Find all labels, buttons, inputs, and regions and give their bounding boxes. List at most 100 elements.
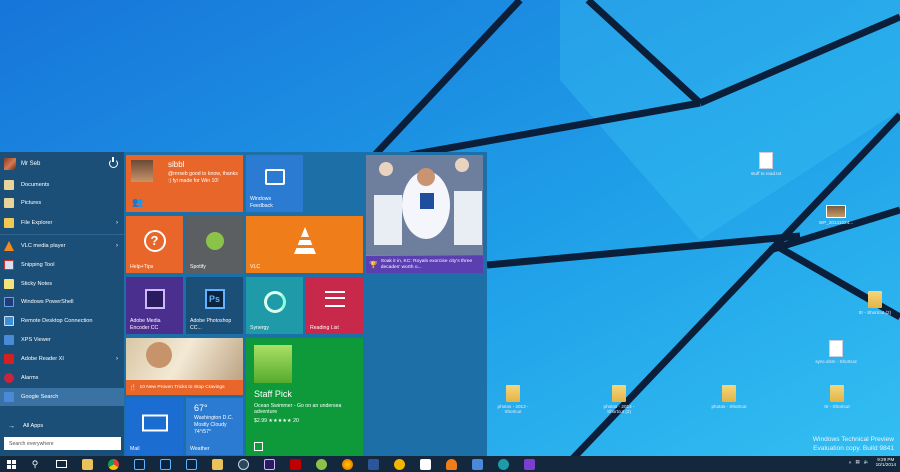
taskbar-spotify[interactable] bbox=[308, 456, 334, 472]
taskbar-word[interactable] bbox=[360, 456, 386, 472]
folder-shortcut-icon bbox=[722, 385, 736, 402]
tile-label: Windows Feedback bbox=[250, 196, 273, 209]
desktop-icon-sync-xlsm[interactable]: sync.xlsm - Shortcut bbox=[813, 340, 859, 364]
tile-sibbl[interactable]: sibbl @mrseb good to know, thanks :) fyi… bbox=[126, 155, 243, 212]
desktop-icon-ttr-shortcut-2[interactable]: ttr - Shortcut (2) bbox=[852, 291, 898, 315]
tile-store[interactable]: Staff Pick Ocean Swimmer - Go on an unde… bbox=[246, 338, 363, 456]
store-icon bbox=[254, 442, 263, 451]
desktop-icon-stuff-to-read[interactable]: stuff to read.txt bbox=[743, 152, 789, 176]
photoshop-icon bbox=[133, 458, 145, 470]
pictures-icon bbox=[4, 198, 14, 208]
taskbar-filezilla[interactable] bbox=[282, 456, 308, 472]
tile-synergy[interactable]: Synergy bbox=[246, 277, 303, 334]
menu-item-powershell[interactable]: Windows PowerShell bbox=[0, 293, 124, 311]
chevron-right-icon[interactable]: › bbox=[116, 220, 118, 226]
weather-range: 74°/57° bbox=[194, 429, 212, 435]
clock-date: 10/1/2014 bbox=[875, 462, 896, 468]
desktop-icon-label: photos - 2013 - Shortcut bbox=[497, 404, 529, 415]
taskbar-photoshop-3[interactable] bbox=[178, 456, 204, 472]
taskbar-photoshop-2[interactable] bbox=[152, 456, 178, 472]
menu-item-adobe-reader[interactable]: Adobe Reader XI › bbox=[0, 350, 124, 368]
file-explorer-icon bbox=[4, 218, 14, 228]
menu-item-documents[interactable]: Documents bbox=[0, 176, 124, 194]
task-view-button[interactable] bbox=[48, 456, 74, 472]
taskbar-folder[interactable] bbox=[204, 456, 230, 472]
desktop-icon-photos-2013[interactable]: photos - 2013 - Shortcut bbox=[490, 385, 536, 415]
menu-item-xps-viewer[interactable]: XPS Viewer bbox=[0, 331, 124, 349]
menu-item-remote-desktop[interactable]: Remote Desktop Connection bbox=[0, 312, 124, 330]
avatar bbox=[4, 158, 16, 170]
menu-item-pictures[interactable]: Pictures bbox=[0, 194, 124, 212]
menu-item-vlc[interactable]: VLC media player › bbox=[0, 237, 124, 255]
desktop-icon-photos-shortcut[interactable]: photos - Shortcut bbox=[706, 385, 752, 409]
tile-windows-feedback[interactable]: Windows Feedback bbox=[246, 155, 303, 212]
chrome-icon bbox=[107, 458, 119, 470]
tile-spotify[interactable]: Spotify bbox=[186, 216, 243, 273]
menu-item-sticky-notes[interactable]: Sticky Notes bbox=[0, 275, 124, 293]
chevron-right-icon[interactable]: › bbox=[116, 243, 118, 249]
tile-label: Reading List bbox=[310, 324, 339, 331]
folder-icon bbox=[211, 458, 223, 470]
desktop-icon-ttr-shortcut[interactable]: ttr - Shortcut bbox=[814, 385, 860, 409]
taskbar-firefox[interactable] bbox=[334, 456, 360, 472]
user-name: Mr Seb bbox=[21, 161, 41, 167]
photo-file-icon bbox=[826, 205, 846, 218]
network-status-icon[interactable]: ▤ bbox=[855, 459, 859, 465]
taskbar-search-button[interactable]: ⚲ bbox=[22, 456, 48, 472]
start-menu-left-pane: Mr Seb Documents Pictures File Explorer … bbox=[0, 152, 124, 456]
taskbar-steam[interactable] bbox=[230, 456, 256, 472]
tile-photoshop[interactable]: Ps Adobe Photoshop CC... bbox=[186, 277, 243, 334]
tile-mail[interactable]: Mail bbox=[126, 398, 183, 455]
tile-food[interactable]: 🍴 10 New Proven Tricks to Stop Cravings bbox=[126, 338, 243, 395]
menu-item-alarms[interactable]: Alarms bbox=[0, 369, 124, 387]
tile-media-encoder[interactable]: Adobe Media Encoder CC bbox=[126, 277, 183, 334]
chevron-up-icon[interactable]: ˄ bbox=[849, 460, 852, 465]
tile-reading-list[interactable]: Reading List bbox=[306, 277, 363, 334]
store-price: $2.99 ★★★★★ 20 bbox=[254, 418, 299, 424]
tile-help-tips[interactable]: ? Help+Tips bbox=[126, 216, 183, 273]
media-encoder-icon bbox=[263, 458, 275, 470]
taskbar-media-encoder[interactable] bbox=[256, 456, 282, 472]
tile-weather[interactable]: 67° Washington D.C. Mostly Cloudy 74°/57… bbox=[186, 398, 243, 455]
start-button[interactable] bbox=[0, 456, 22, 472]
taskbar-network[interactable] bbox=[464, 456, 490, 472]
tile-vlc[interactable]: VLC bbox=[246, 216, 363, 273]
desktop-icon-label: stuff to read.txt bbox=[750, 171, 782, 176]
search-input[interactable]: Search everywhere bbox=[4, 437, 121, 450]
tile-label: Adobe Photoshop CC... bbox=[190, 318, 232, 331]
tile-text: 10 New Proven Tricks to Stop Cravings bbox=[139, 384, 225, 390]
menu-item-file-explorer[interactable]: File Explorer › bbox=[0, 214, 124, 232]
documents-icon bbox=[4, 180, 14, 190]
menu-item-google-search[interactable]: Google Search bbox=[0, 388, 124, 406]
desktop-icon-photos-2014[interactable]: photos - 2014 - Shortcut (2) bbox=[596, 385, 642, 415]
folder-shortcut-icon bbox=[506, 385, 520, 402]
weather-temp: 67° bbox=[194, 403, 208, 413]
all-apps-button[interactable]: → All Apps bbox=[0, 420, 124, 432]
taskbar-synergy[interactable] bbox=[490, 456, 516, 472]
desktop-icon-label: sync.xlsm - Shortcut bbox=[815, 359, 857, 364]
power-icon[interactable] bbox=[109, 157, 118, 168]
sibbl-avatar bbox=[131, 160, 153, 182]
taskbar-store[interactable] bbox=[412, 456, 438, 472]
file-explorer-icon bbox=[81, 458, 93, 470]
menu-divider bbox=[0, 234, 124, 235]
tile-label: Adobe Media Encoder CC bbox=[130, 318, 161, 331]
menu-item-label: Google Search bbox=[21, 394, 59, 400]
taskbar-photoshop-1[interactable] bbox=[126, 456, 152, 472]
store-text: Ocean Swimmer - Go on an undersea advent… bbox=[254, 403, 342, 416]
user-account[interactable]: Mr Seb bbox=[0, 154, 124, 174]
menu-item-snipping-tool[interactable]: Snipping Tool bbox=[0, 256, 124, 274]
clock[interactable]: 9:29 PM 10/1/2014 bbox=[876, 457, 896, 468]
menu-item-label: File Explorer bbox=[21, 220, 53, 226]
tile-sports[interactable]: 🏆 Soak it in, KC: Royals exorcise city's… bbox=[366, 155, 483, 273]
taskbar-file-explorer[interactable] bbox=[74, 456, 100, 472]
taskbar-vlc[interactable] bbox=[438, 456, 464, 472]
taskbar-chrome-canary[interactable] bbox=[386, 456, 412, 472]
taskbar-settings[interactable] bbox=[516, 456, 542, 472]
xps-viewer-icon bbox=[4, 335, 14, 345]
chevron-right-icon[interactable]: › bbox=[116, 356, 118, 362]
chrome-canary-icon bbox=[393, 458, 405, 470]
desktop-icon-wp-photo[interactable]: WP_20141024... bbox=[813, 205, 859, 225]
volume-icon[interactable]: 🔈 bbox=[864, 459, 870, 465]
taskbar-chrome[interactable] bbox=[100, 456, 126, 472]
